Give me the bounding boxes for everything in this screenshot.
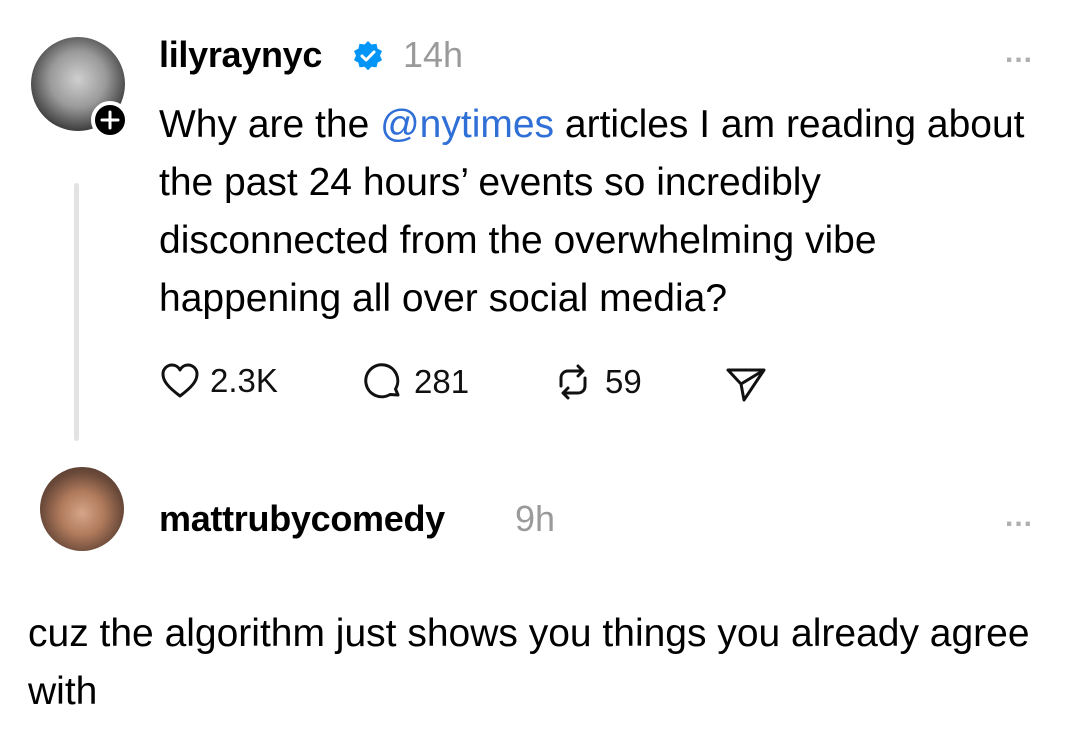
more-icon[interactable]: ... (1005, 36, 1033, 70)
follow-button[interactable] (91, 101, 129, 139)
post-text-start: Why are the (159, 103, 381, 146)
repost-count: 59 (605, 363, 642, 400)
verified-icon (354, 41, 382, 71)
share-button[interactable] (724, 364, 778, 404)
comment-icon (364, 363, 400, 399)
repost-icon (559, 364, 587, 400)
like-count: 2.3K (210, 362, 278, 399)
reply-count: 281 (414, 363, 470, 400)
more-icon[interactable]: ... (1005, 500, 1033, 534)
thread-line (74, 183, 79, 441)
reply-button[interactable]: 281 (364, 362, 469, 402)
reply-username[interactable]: mattrubycomedy (159, 498, 445, 540)
post-text: Why are the @nytimes articles I am readi… (159, 96, 1039, 328)
avatar[interactable] (40, 467, 124, 551)
heart-icon (161, 363, 199, 398)
post-timestamp: 14h (403, 34, 464, 75)
plus-icon (100, 110, 120, 130)
repost-button[interactable]: 59 (551, 362, 642, 402)
post-username[interactable]: lilyraynyc (159, 34, 322, 76)
reply-text: cuz the algorithm just shows you things … (28, 612, 1030, 713)
share-icon (726, 368, 766, 402)
mention-link[interactable]: @nytimes (380, 103, 554, 146)
reply-timestamp: 9h (515, 498, 556, 539)
like-button[interactable]: 2.3K (160, 362, 278, 400)
